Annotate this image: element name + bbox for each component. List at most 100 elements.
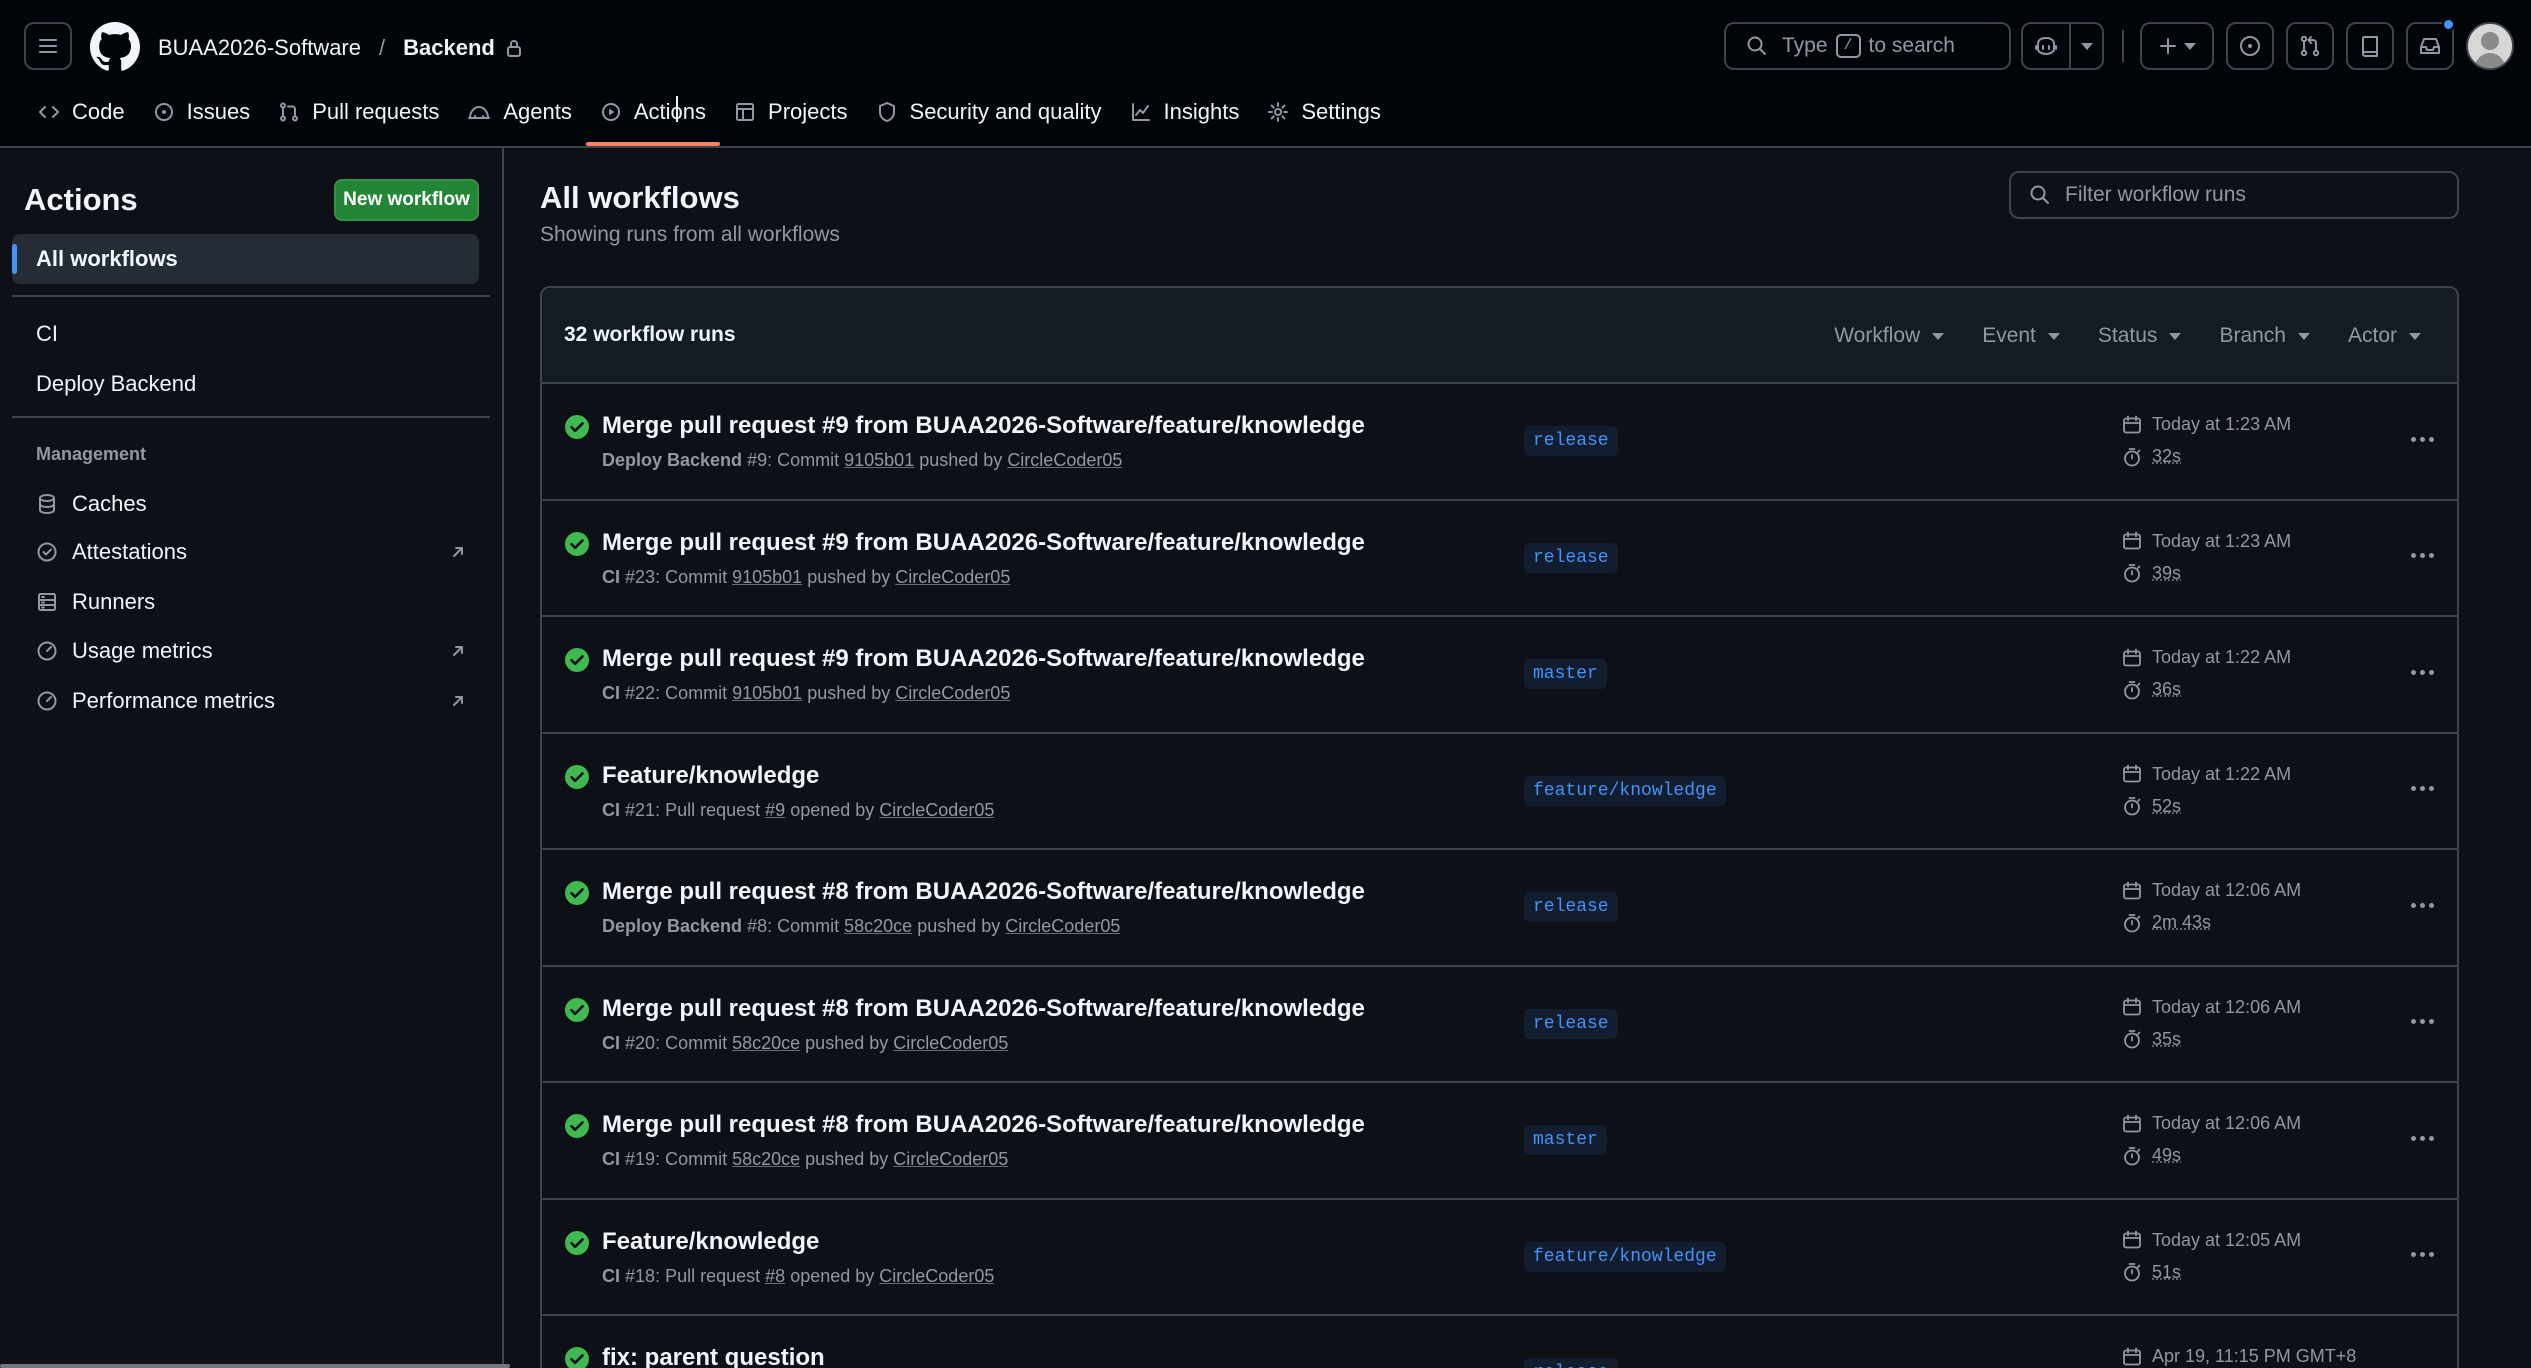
tab-issues[interactable]: Issues	[139, 90, 265, 134]
run-branch-label[interactable]: feature/knowledge	[1524, 1242, 1726, 1272]
run-ref-link[interactable]: 9105b01	[732, 567, 802, 587]
sidebar-item-all-workflows[interactable]: All workflows	[12, 234, 479, 284]
workflow-run-row[interactable]: Merge pull request #8 from BUAA2026-Soft…	[542, 850, 2457, 967]
run-ref-link[interactable]: 9105b01	[732, 683, 802, 703]
menu-button[interactable]	[24, 22, 72, 70]
sidebar-item-usage-metrics[interactable]: Usage metrics	[36, 633, 466, 669]
horizontal-scrollbar[interactable]	[0, 1364, 510, 1368]
sidebar-title: Actions	[24, 182, 138, 218]
tab-settings[interactable]: Settings	[1253, 90, 1395, 134]
workflow-run-row[interactable]: Feature/knowledge CI #21: Pull request #9…	[542, 734, 2457, 851]
run-title-link[interactable]: Merge pull request #8 from BUAA2026-Soft…	[602, 878, 1365, 906]
kebab-horizontal-icon[interactable]	[2402, 890, 2442, 920]
kebab-horizontal-icon[interactable]	[2402, 1356, 2442, 1368]
tab-code[interactable]: Code	[24, 90, 139, 134]
sidebar-divider	[12, 416, 490, 418]
tab-agents[interactable]: Agents	[453, 90, 586, 134]
run-title-link[interactable]: Feature/knowledge	[602, 762, 819, 790]
run-meta: CI #23: Commit 9105b01 pushed by CircleC…	[602, 567, 1010, 588]
run-date: Today at 12:05 AM	[2122, 1230, 2301, 1251]
run-branch-label[interactable]: feature/knowledge	[1524, 776, 1726, 806]
kebab-horizontal-icon[interactable]	[2402, 1123, 2442, 1153]
kebab-horizontal-icon[interactable]	[2402, 1240, 2442, 1270]
sidebar-item-deploy-backend[interactable]: Deploy Backend	[36, 371, 196, 397]
tab-security-and-quality[interactable]: Security and quality	[862, 90, 1116, 134]
workflow-run-row[interactable]: fix: parent question release Apr 19, 11:15…	[542, 1316, 2457, 1368]
global-search-input[interactable]: Type / to search	[1724, 22, 2011, 70]
run-title-link[interactable]: Merge pull request #8 from BUAA2026-Soft…	[602, 995, 1365, 1023]
run-title-link[interactable]: fix: parent question	[602, 1344, 825, 1368]
run-title-link[interactable]: Feature/knowledge	[602, 1228, 819, 1256]
run-branch-label[interactable]: release	[1524, 892, 1618, 922]
copilot-menu-button[interactable]	[2071, 24, 2102, 68]
tab-pull-requests[interactable]: Pull requests	[264, 90, 453, 134]
breadcrumb-owner[interactable]: BUAA2026-Software	[158, 35, 361, 61]
run-title-link[interactable]: Merge pull request #9 from BUAA2026-Soft…	[602, 412, 1365, 440]
run-actor-link[interactable]: CircleCoder05	[895, 567, 1010, 587]
copilot-button[interactable]	[2023, 24, 2071, 68]
sidebar-item-runners[interactable]: Runners	[36, 584, 466, 620]
github-logo-icon[interactable]	[90, 22, 140, 72]
run-ref-link[interactable]: 58c20ce	[732, 1149, 800, 1169]
filter-branch-dropdown[interactable]: Branch	[2219, 324, 2310, 348]
run-branch-label[interactable]: release	[1524, 543, 1618, 573]
kebab-horizontal-icon[interactable]	[2402, 774, 2442, 804]
run-workflow-name: Deploy Backend	[602, 450, 742, 470]
run-workflow-name: CI	[602, 800, 620, 820]
run-actor-link[interactable]: CircleCoder05	[893, 1149, 1008, 1169]
create-new-button[interactable]	[2140, 22, 2214, 70]
run-actor-link[interactable]: CircleCoder05	[1005, 916, 1120, 936]
filter-status-dropdown[interactable]: Status	[2098, 324, 2182, 348]
run-actor-link[interactable]: CircleCoder05	[879, 1266, 994, 1286]
workflow-run-row[interactable]: Merge pull request #8 from BUAA2026-Soft…	[542, 967, 2457, 1084]
run-title-link[interactable]: Merge pull request #8 from BUAA2026-Soft…	[602, 1111, 1365, 1139]
meter-icon	[36, 690, 58, 712]
workflow-run-row[interactable]: Merge pull request #8 from BUAA2026-Soft…	[542, 1083, 2457, 1200]
breadcrumb-repo[interactable]: Backend	[403, 35, 495, 61]
run-title-link[interactable]: Merge pull request #9 from BUAA2026-Soft…	[602, 529, 1365, 557]
run-duration-text: 51s	[2152, 1262, 2181, 1283]
workflow-run-row[interactable]: Merge pull request #9 from BUAA2026-Soft…	[542, 384, 2457, 501]
run-ref-link[interactable]: 58c20ce	[844, 916, 912, 936]
workflow-run-row[interactable]: Feature/knowledge CI #18: Pull request #8…	[542, 1200, 2457, 1317]
run-branch-label[interactable]: release	[1524, 1358, 1618, 1368]
run-actor-link[interactable]: CircleCoder05	[893, 1033, 1008, 1053]
run-branch-label[interactable]: release	[1524, 1009, 1618, 1039]
your-issues-button[interactable]	[2226, 22, 2274, 70]
sidebar-item-performance-metrics[interactable]: Performance metrics	[36, 683, 466, 719]
run-action-text: pushed by	[805, 1149, 888, 1169]
kebab-horizontal-icon[interactable]	[2402, 1007, 2442, 1037]
tab-actions[interactable]: Actions	[586, 90, 720, 134]
run-ref-link[interactable]: #9	[765, 800, 785, 820]
tab-projects[interactable]: Projects	[720, 90, 861, 134]
run-actor-link[interactable]: CircleCoder05	[895, 683, 1010, 703]
run-ref-link[interactable]: 58c20ce	[732, 1033, 800, 1053]
filter-actor-dropdown[interactable]: Actor	[2348, 324, 2421, 348]
run-branch-label[interactable]: master	[1524, 659, 1607, 689]
run-actor-link[interactable]: CircleCoder05	[1007, 450, 1122, 470]
new-workflow-button[interactable]: New workflow	[334, 179, 479, 221]
workflow-run-row[interactable]: Merge pull request #9 from BUAA2026-Soft…	[542, 501, 2457, 618]
run-title-link[interactable]: Merge pull request #9 from BUAA2026-Soft…	[602, 645, 1365, 673]
run-ref-link[interactable]: #8	[765, 1266, 785, 1286]
kebab-horizontal-icon[interactable]	[2402, 657, 2442, 687]
workflow-run-row[interactable]: Merge pull request #9 from BUAA2026-Soft…	[542, 617, 2457, 734]
run-actor-link[interactable]: CircleCoder05	[879, 800, 994, 820]
run-branch-label[interactable]: master	[1524, 1125, 1607, 1155]
your-pull-requests-button[interactable]	[2286, 22, 2334, 70]
filter-event-dropdown[interactable]: Event	[1982, 324, 2060, 348]
sidebar-item-caches[interactable]: Caches	[36, 486, 466, 522]
kebab-horizontal-icon[interactable]	[2402, 541, 2442, 571]
filter-workflow-dropdown[interactable]: Workflow	[1834, 324, 1944, 348]
run-branch-label[interactable]: release	[1524, 426, 1618, 456]
kebab-horizontal-icon[interactable]	[2402, 424, 2442, 454]
issue-opened-icon	[153, 101, 175, 123]
user-avatar[interactable]	[2466, 22, 2514, 70]
repositories-button[interactable]	[2346, 22, 2394, 70]
tab-insights[interactable]: Insights	[1116, 90, 1254, 134]
sidebar-item-attestations[interactable]: Attestations	[36, 534, 466, 570]
run-ref-link[interactable]: 9105b01	[844, 450, 914, 470]
filter-workflow-runs-input[interactable]: Filter workflow runs	[2009, 171, 2459, 219]
run-duration: 52s	[2122, 796, 2181, 817]
sidebar-item-ci[interactable]: CI	[36, 321, 58, 347]
